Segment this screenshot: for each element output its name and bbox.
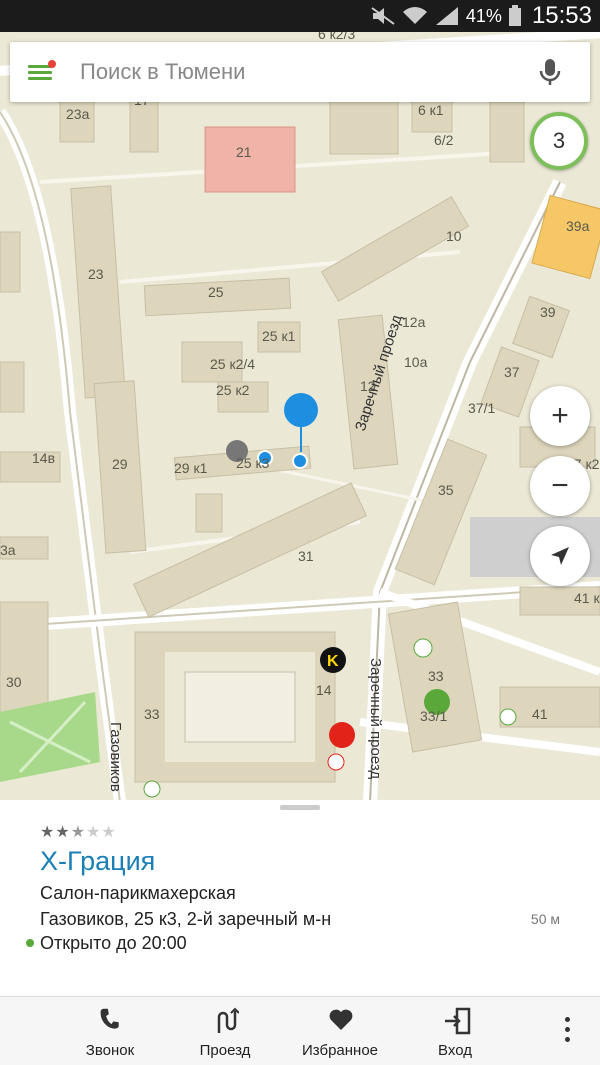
building-label: 25 к1 xyxy=(262,328,296,344)
menu-button[interactable] xyxy=(26,58,56,86)
signal-icon xyxy=(435,7,458,25)
svg-text:K: K xyxy=(327,653,339,670)
call-label: Звонок xyxy=(85,1042,135,1059)
zoom-in-button[interactable]: + xyxy=(530,386,590,446)
zoom-out-button[interactable]: − xyxy=(530,456,590,516)
drag-handle[interactable] xyxy=(280,805,320,810)
star-icon: ★ xyxy=(40,824,56,841)
heart-icon xyxy=(329,1009,353,1030)
building-label: 31 xyxy=(298,548,314,564)
building-label: 29 к1 xyxy=(174,460,208,476)
building-label: 3а xyxy=(0,542,16,558)
search-bar xyxy=(10,42,590,102)
building-label: 21 xyxy=(236,144,252,160)
map-view[interactable]: K 6 к2/3 6 к1 6/2 23а 17 21 10 39а 23 25… xyxy=(0,32,600,802)
building-label: 37 xyxy=(504,364,520,380)
open-status-dot xyxy=(26,939,34,947)
open-status: Открыто до 20:00 xyxy=(40,933,187,953)
building-label: 14в xyxy=(32,450,56,466)
star-icon: ★ xyxy=(55,824,71,841)
route-label: Проезд xyxy=(199,1042,251,1059)
building-label: 41 к xyxy=(574,590,600,606)
building-label: 25 к2 xyxy=(216,382,250,398)
building-label: 30 xyxy=(6,674,22,690)
street-label: Заречный проезд xyxy=(367,658,384,780)
entrance-label: Вход xyxy=(438,1042,472,1059)
street-label: Газовиков xyxy=(107,722,124,792)
notification-dot xyxy=(48,60,56,68)
building-label: 6 к2/3 xyxy=(318,32,356,42)
favorites-button[interactable]: Избранное xyxy=(285,997,395,1065)
building-label: 10 xyxy=(446,228,462,244)
half-star-icon: ★ xyxy=(70,824,87,841)
rating-stars: ★★★★★ xyxy=(40,822,117,842)
building-label: 23 xyxy=(88,266,104,282)
status-bar: 41% 15:53 xyxy=(0,0,600,32)
building-label: 39 xyxy=(540,304,556,320)
star-icon: ★ xyxy=(86,824,102,841)
building-label: 10а xyxy=(404,354,428,370)
building-label: 35 xyxy=(438,482,454,498)
place-address: Газовиков, 25 к3, 2-й заречный м-н xyxy=(40,909,332,929)
route-button[interactable]: Проезд xyxy=(170,997,280,1065)
building-label: 12а xyxy=(402,314,426,330)
star-icon: ★ xyxy=(101,824,117,841)
wifi-icon xyxy=(402,7,427,24)
building-label: 33 xyxy=(144,706,160,722)
building-label: 6 к1 xyxy=(418,102,444,118)
route-icon xyxy=(217,1007,239,1033)
building-label: 6/2 xyxy=(434,132,454,148)
map-canvas: K xyxy=(0,32,600,802)
clock: 15:53 xyxy=(531,2,592,29)
building-label: 37/1 xyxy=(468,400,496,416)
building-label: 14 xyxy=(316,682,332,698)
building-label: 25 к3 xyxy=(236,455,270,471)
building-label: 29 xyxy=(112,456,128,472)
microphone-icon[interactable] xyxy=(534,56,566,88)
building-label: 39а xyxy=(566,218,590,234)
mute-icon xyxy=(371,7,395,25)
battery-percent: 41% xyxy=(465,5,502,26)
cluster-count-badge[interactable]: 3 xyxy=(530,112,588,170)
my-location-button[interactable] xyxy=(530,526,590,586)
call-button[interactable]: Звонок xyxy=(55,997,165,1065)
navigation-arrow-icon xyxy=(551,547,569,565)
building-label: 23а xyxy=(66,106,90,122)
place-distance: 50 м xyxy=(530,911,560,927)
favorites-label: Избранное xyxy=(301,1042,379,1059)
more-options-button[interactable] xyxy=(552,1015,582,1045)
entrance-button[interactable]: Вход xyxy=(400,997,510,1065)
battery-icon xyxy=(508,5,521,26)
building-label: 25 xyxy=(208,284,224,300)
search-input[interactable] xyxy=(80,42,520,102)
building-label: 33 xyxy=(428,668,444,684)
phone-icon xyxy=(100,1008,119,1029)
place-category: Салон-парикмахерская xyxy=(40,883,236,903)
entrance-icon xyxy=(445,1007,471,1035)
action-bar: Звонок Проезд Избранное Вход xyxy=(0,996,600,1065)
building-label: 25 к2/4 xyxy=(210,356,256,372)
building-label: 41 xyxy=(532,706,548,722)
building-label: 33/1 xyxy=(420,708,448,724)
place-title[interactable]: Х-Грация xyxy=(40,846,155,877)
